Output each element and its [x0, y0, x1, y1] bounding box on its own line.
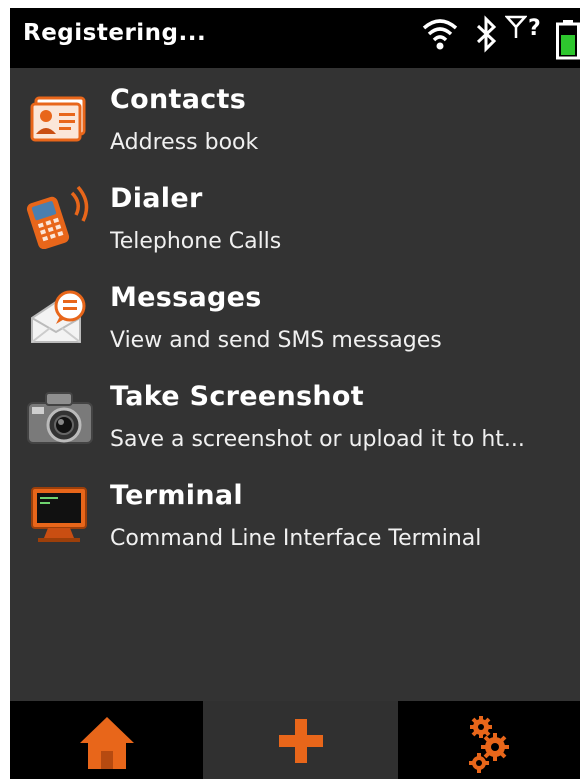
status-bar: Registering... ?: [10, 8, 580, 68]
gears-icon: [469, 716, 509, 773]
tab-add[interactable]: [203, 701, 398, 779]
app-title: Messages: [110, 282, 262, 313]
signal-unknown-icon: [505, 15, 527, 38]
home-icon: [79, 717, 134, 769]
app-item-contacts[interactable]: Contacts Address book: [10, 68, 580, 167]
tab-settings[interactable]: [398, 701, 580, 779]
signal-question-mark: ?: [528, 16, 541, 41]
bottom-tab-bar: [10, 701, 580, 779]
phone-icon: [26, 185, 89, 249]
app-item-take-screenshot[interactable]: Take Screenshot Save a screenshot or upl…: [10, 365, 580, 464]
app-subtitle: Telephone Calls: [110, 229, 282, 254]
app-item-terminal[interactable]: Terminal Command Line Interface Terminal: [10, 464, 580, 563]
app-title: Contacts: [110, 84, 247, 115]
app-title: Terminal: [110, 480, 243, 511]
envelope-icon: [31, 290, 86, 343]
app-subtitle: View and send SMS messages: [110, 328, 442, 353]
app-subtitle: Command Line Interface Terminal: [110, 526, 482, 551]
app-item-messages[interactable]: Messages View and send SMS messages: [10, 266, 580, 365]
plus-icon: [278, 719, 323, 763]
battery-icon: [556, 20, 580, 60]
app-subtitle: Address book: [110, 130, 259, 155]
app-title: Take Screenshot: [110, 381, 364, 412]
camera-icon: [27, 392, 93, 444]
bluetooth-icon: [476, 15, 497, 53]
wifi-icon: [422, 19, 458, 50]
phone-screen: Registering... ? Contacts Address book D…: [10, 8, 580, 779]
app-subtitle: Save a screenshot or upload it to ht...: [110, 427, 525, 452]
status-text: Registering...: [23, 20, 207, 46]
app-item-dialer[interactable]: Dialer Telephone Calls: [10, 167, 580, 266]
contacts-icon: [30, 96, 86, 142]
app-title: Dialer: [110, 183, 203, 214]
terminal-icon: [31, 487, 87, 542]
tab-home[interactable]: [10, 701, 203, 779]
